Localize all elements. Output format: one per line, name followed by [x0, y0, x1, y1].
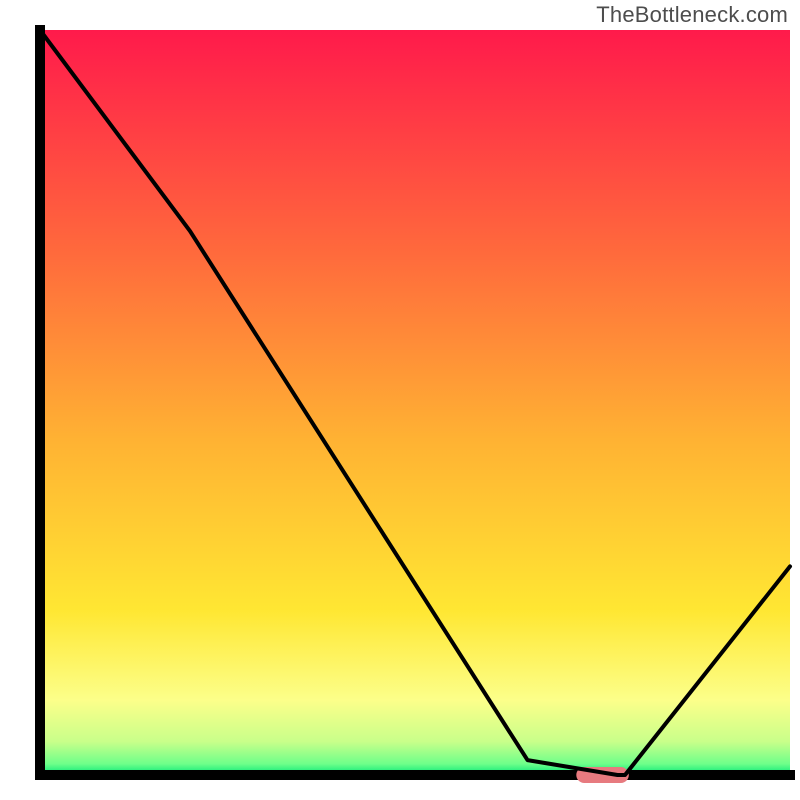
plot-background: [40, 30, 790, 775]
watermark-text: TheBottleneck.com: [596, 2, 788, 28]
chart-canvas: TheBottleneck.com: [0, 0, 800, 800]
chart-svg: [0, 0, 800, 800]
